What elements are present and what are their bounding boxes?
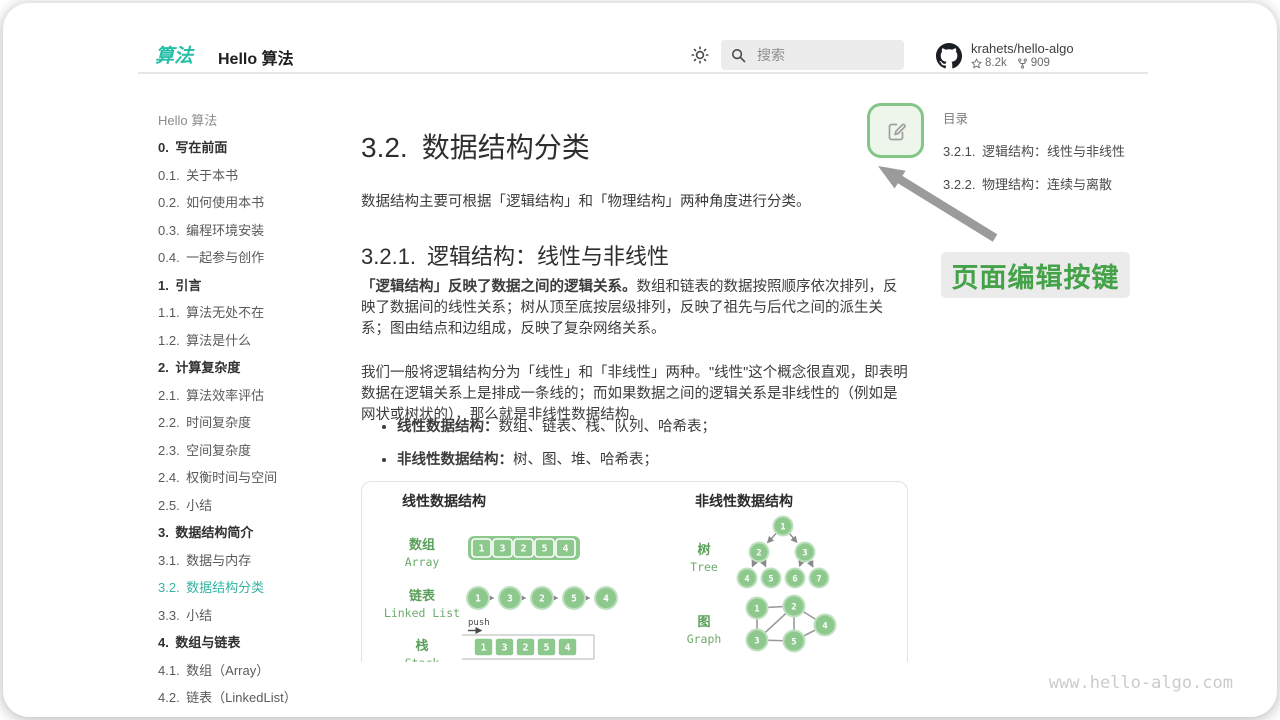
svg-text:push: push bbox=[468, 618, 490, 628]
browser-page-card: 算法 Hello 算法 bbox=[3, 3, 1277, 717]
figure-data-structures: 线性数据结构 非线性数据结构 数组 Array 链表 Linked List 栈… bbox=[361, 481, 908, 662]
sidebar-item[interactable]: 0.3. 编程环境安装 bbox=[158, 220, 358, 239]
theme-toggle-button[interactable] bbox=[691, 46, 709, 64]
svg-text:4: 4 bbox=[564, 643, 570, 654]
screenshot-stage: 算法 Hello 算法 bbox=[0, 0, 1280, 720]
edit-button-highlight bbox=[867, 103, 924, 158]
edit-page-icon bbox=[884, 119, 908, 143]
svg-text:4: 4 bbox=[744, 575, 750, 585]
logic-structure-paragraph: 「逻辑结构」反映了数据之间的逻辑关系。数组和链表的数据按照顺序依次排列，反映了数… bbox=[361, 277, 911, 341]
sidebar-item[interactable]: 3.3. 小结 bbox=[158, 605, 358, 624]
svg-text:1: 1 bbox=[754, 605, 759, 615]
svg-text:5: 5 bbox=[571, 594, 577, 605]
svg-text:2: 2 bbox=[791, 603, 796, 613]
repo-stars: 8.2k bbox=[971, 56, 1007, 70]
svg-text:4: 4 bbox=[562, 544, 568, 555]
sidebar-section-header[interactable]: 1. 引言 bbox=[158, 275, 358, 294]
sidebar-item[interactable]: 2.1. 算法效率评估 bbox=[158, 385, 358, 404]
tree-diagram: 1 2 3 4 5 6 7 bbox=[738, 517, 829, 588]
site-title: Hello 算法 bbox=[218, 45, 294, 69]
repo-forks: 909 bbox=[1017, 56, 1050, 70]
svg-text:4: 4 bbox=[603, 594, 609, 605]
sidebar-list: 0. 写在前面 0.1. 关于本书 0.2. 如何使用本书 0.3. 编程环境安装 0.… bbox=[158, 137, 358, 717]
sidebar-item[interactable]: 0.1. 关于本书 bbox=[158, 165, 358, 184]
svg-text:4: 4 bbox=[822, 622, 828, 632]
svg-text:1: 1 bbox=[478, 544, 484, 555]
sidebar-item[interactable]: 0.2. 如何使用本书 bbox=[158, 192, 358, 211]
sun-icon bbox=[691, 46, 709, 64]
svg-text:1: 1 bbox=[480, 643, 486, 654]
svg-text:5: 5 bbox=[543, 643, 549, 654]
star-icon bbox=[971, 58, 982, 69]
repo-name: krahets/hello-algo bbox=[971, 41, 1074, 56]
svg-text:5: 5 bbox=[541, 544, 547, 555]
fork-icon bbox=[1017, 58, 1028, 69]
sidebar-nav: Hello 算法 0. 写在前面 0.1. 关于本书 0.2. 如何使用本书 0.3.… bbox=[158, 110, 358, 717]
sidebar-brand: Hello 算法 bbox=[158, 110, 358, 129]
svg-text:1: 1 bbox=[475, 594, 481, 605]
sidebar-item[interactable]: 2.4. 权衡时间与空间 bbox=[158, 467, 358, 486]
svg-text:7: 7 bbox=[816, 575, 821, 585]
annotation-label: 页面编辑按键 bbox=[941, 252, 1130, 298]
array-diagram: 1 3 2 5 4 bbox=[468, 536, 580, 560]
svg-text:3: 3 bbox=[501, 643, 507, 654]
watermark: www.hello-algo.com bbox=[1049, 673, 1233, 693]
sidebar-item[interactable]: 2.3. 空间复杂度 bbox=[158, 440, 358, 459]
list-item: 线性数据结构：数组、链表、栈、队列、哈希表； bbox=[397, 415, 716, 436]
list-item: 非线性数据结构：树、图、堆、哈希表； bbox=[397, 448, 716, 469]
toc-title: 目录 bbox=[943, 108, 1153, 127]
svg-text:3: 3 bbox=[754, 637, 759, 647]
repo-stats: 8.2k 909 bbox=[971, 56, 1074, 70]
figure-clip: 线性数据结构 非线性数据结构 数组 Array 链表 Linked List 栈… bbox=[361, 481, 910, 662]
figure-diagram-svg: 1 3 2 5 4 bbox=[362, 482, 909, 662]
svg-text:5: 5 bbox=[791, 638, 796, 648]
sidebar-item[interactable]: 2.2. 时间复杂度 bbox=[158, 412, 358, 431]
sidebar-item[interactable]: 0.4. 一起参与创作 bbox=[158, 247, 358, 266]
stack-diagram: push 1 3 2 5 4 bbox=[462, 618, 594, 659]
site-logo[interactable]: 算法 bbox=[155, 41, 203, 69]
sidebar-item[interactable]: 3.2. 数据结构分类 bbox=[158, 577, 358, 596]
structure-type-list: 线性数据结构：数组、链表、栈、队列、哈希表； 非线性数据结构：树、图、堆、哈希表； bbox=[383, 415, 716, 481]
sidebar-item[interactable]: 4.1. 数组（Array） bbox=[158, 660, 358, 679]
site-logo-text: 算法 bbox=[155, 46, 193, 67]
sidebar-item[interactable]: 1.1. 算法无处不在 bbox=[158, 302, 358, 321]
svg-text:5: 5 bbox=[768, 575, 773, 585]
sidebar-section-header[interactable]: 4. 数组与链表 bbox=[158, 632, 358, 651]
sidebar-section-header[interactable]: 2. 计算复杂度 bbox=[158, 357, 358, 376]
page-title: 3.2. 数据结构分类 bbox=[361, 126, 590, 166]
search-icon bbox=[731, 48, 746, 63]
sidebar-item[interactable]: 2.5. 小结 bbox=[158, 495, 358, 514]
svg-text:2: 2 bbox=[520, 544, 526, 555]
svg-text:3: 3 bbox=[499, 544, 505, 555]
svg-text:3: 3 bbox=[802, 549, 807, 559]
linked-list-diagram: 1 3 2 5 4 bbox=[467, 587, 617, 609]
svg-text:6: 6 bbox=[792, 575, 797, 585]
graph-diagram: 1 2 3 4 5 bbox=[747, 596, 836, 652]
sidebar-item[interactable]: 4.2. 链表（LinkedList） bbox=[158, 687, 358, 706]
svg-text:3: 3 bbox=[507, 594, 513, 605]
svg-text:2: 2 bbox=[522, 643, 528, 654]
intro-paragraph: 数据结构主要可根据「逻辑结构」和「物理结构」两种角度进行分类。 bbox=[361, 192, 911, 213]
github-repo-link[interactable]: krahets/hello-algo 8.2k bbox=[936, 41, 1074, 70]
sidebar-item[interactable]: 1.2. 算法是什么 bbox=[158, 330, 358, 349]
svg-text:2: 2 bbox=[539, 594, 545, 605]
header-separator bbox=[138, 72, 1148, 74]
search-input[interactable] bbox=[755, 46, 885, 64]
annotation-arrow bbox=[863, 153, 1003, 253]
github-icon bbox=[936, 43, 962, 69]
sidebar-section-header[interactable]: 3. 数据结构简介 bbox=[158, 522, 358, 541]
sidebar-item[interactable]: 3.1. 数据与内存 bbox=[158, 550, 358, 569]
search-box[interactable] bbox=[721, 40, 904, 70]
sidebar-item[interactable]: 4.3. 列表（List） bbox=[158, 715, 358, 718]
edit-page-button[interactable] bbox=[884, 119, 908, 143]
svg-text:2: 2 bbox=[756, 549, 761, 559]
svg-text:1: 1 bbox=[780, 523, 785, 533]
section-heading: 3.2.1. 逻辑结构：线性与非线性 bbox=[361, 239, 669, 271]
repo-text: krahets/hello-algo 8.2k bbox=[971, 41, 1074, 70]
sidebar-section-header[interactable]: 0. 写在前面 bbox=[158, 137, 358, 156]
